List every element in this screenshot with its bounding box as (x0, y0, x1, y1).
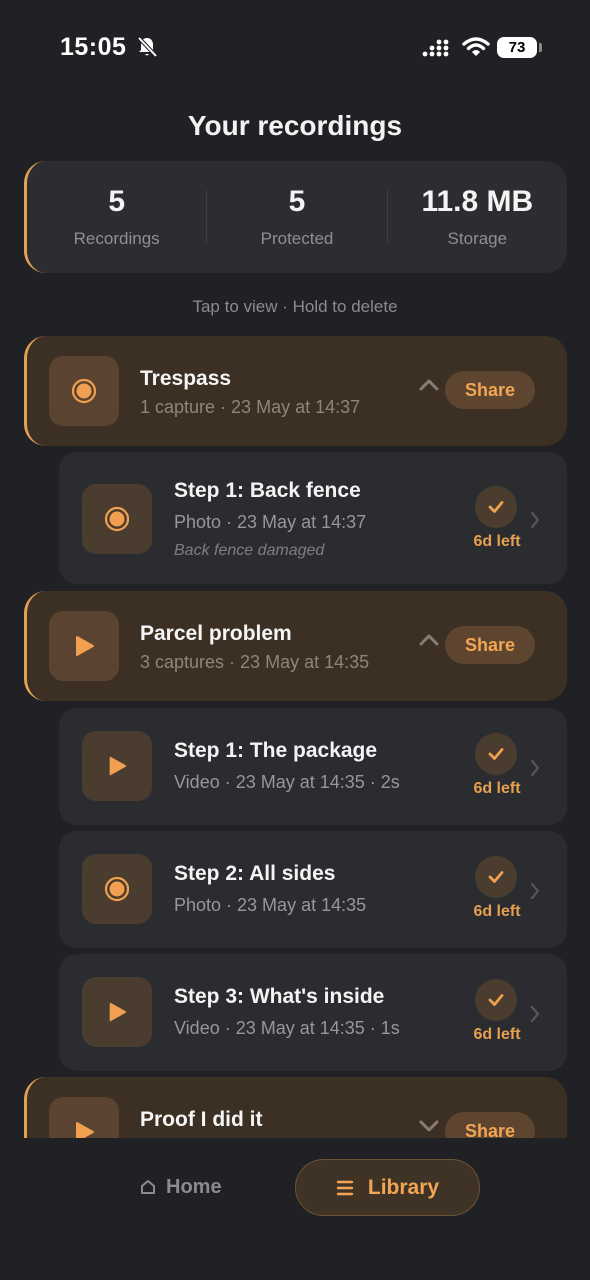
bell-muted-icon (137, 36, 158, 58)
list-item[interactable]: Step 3: What's inside Video · 23 May at … (59, 954, 567, 1071)
play-icon (82, 731, 152, 801)
item-subtitle: Video · 23 May at 14:35 · 2s (174, 772, 400, 792)
group-header-trespass[interactable]: Trespass 1 capture · 23 May at 14:37 Sha… (24, 336, 567, 446)
chevron-right-icon (530, 1005, 540, 1023)
chevron-right-icon (530, 511, 540, 529)
list-item[interactable]: Step 1: Back fence Photo · 23 May at 14:… (59, 452, 567, 584)
share-button[interactable]: Share (445, 371, 535, 409)
record-icon (49, 356, 119, 426)
stat-label: Recordings (73, 229, 160, 248)
item-subtitle: Photo · 23 May at 14:35 (174, 895, 367, 915)
check-icon (475, 856, 517, 898)
nav-home-label: Home (166, 1175, 222, 1198)
stat-storage: 11.8 MB Storage (388, 185, 567, 249)
list-item[interactable]: Step 2: All sides Photo · 23 May at 14:3… (59, 831, 567, 948)
record-icon (82, 484, 152, 554)
group-header-parcel-problem[interactable]: Parcel problem 3 captures · 23 May at 14… (24, 591, 567, 701)
share-button[interactable]: Share (445, 1112, 535, 1138)
stat-value: 11.8 MB (421, 185, 534, 218)
nav-library-label: Library (367, 1175, 440, 1199)
item-note: Back fence damaged (174, 542, 325, 559)
group-header-proof-i-did-it[interactable]: Proof I did it Share (24, 1077, 567, 1138)
item-subtitle: Video · 23 May at 14:35 · 1s (174, 1018, 400, 1038)
record-icon (82, 854, 152, 924)
bottom-nav-background (0, 1138, 590, 1280)
nav-home-button[interactable]: Home (140, 1167, 222, 1207)
hint-text: Tap to view · Hold to delete (192, 297, 398, 316)
item-title: Step 1: Back fence (174, 479, 361, 502)
check-icon (475, 486, 517, 528)
chevron-right-icon (530, 882, 540, 900)
battery-cap (539, 43, 542, 52)
stat-recordings: 5 Recordings (27, 185, 206, 249)
home-icon (141, 1180, 155, 1194)
check-icon (475, 733, 517, 775)
share-button[interactable]: Share (445, 626, 535, 664)
chevron-up-icon[interactable] (417, 376, 441, 392)
group-title: Trespass (140, 367, 232, 390)
play-icon (49, 1097, 119, 1138)
group-subtitle: 3 captures · 23 May at 14:35 (140, 652, 370, 672)
check-icon (475, 979, 517, 1021)
nav-library-button[interactable]: Library (295, 1159, 480, 1216)
group-title: Parcel problem (140, 622, 292, 645)
days-left: 6d left (473, 903, 521, 920)
stat-label: Storage (447, 229, 508, 248)
status-time: 15:05 (60, 33, 127, 61)
menu-icon (336, 1180, 354, 1195)
stat-value: 5 (108, 185, 125, 218)
play-icon (49, 611, 119, 681)
stat-label: Protected (260, 229, 334, 248)
battery-icon: 73 (497, 37, 537, 58)
list-item[interactable]: Step 1: The package Video · 23 May at 14… (59, 708, 567, 825)
stats-card: 5 Recordings 5 Protected 11.8 MB Storage (24, 161, 567, 273)
stat-value: 5 (288, 185, 306, 218)
days-left: 6d left (473, 1026, 521, 1043)
item-title: Step 3: What's inside (174, 985, 385, 1008)
wifi-icon (462, 37, 490, 56)
stat-protected: 5 Protected (207, 185, 386, 249)
chevron-right-icon (530, 759, 540, 777)
group-title: Proof I did it (140, 1108, 263, 1131)
chevron-up-icon[interactable] (417, 631, 441, 647)
item-subtitle: Photo · 23 May at 14:37 (174, 512, 367, 532)
play-icon (82, 977, 152, 1047)
days-left: 6d left (473, 780, 521, 797)
page-title: Your recordings (187, 110, 403, 141)
status-bar: 15:05 73 (0, 0, 590, 96)
item-title: Step 1: The package (174, 739, 378, 762)
days-left: 6d left (473, 533, 521, 550)
item-title: Step 2: All sides (174, 862, 336, 885)
cellular-signal-icon (422, 39, 449, 57)
recordings-list[interactable]: Trespass 1 capture · 23 May at 14:37 Sha… (0, 336, 590, 1138)
chevron-down-icon[interactable] (417, 1117, 441, 1133)
group-subtitle: 1 capture · 23 May at 14:37 (140, 397, 361, 417)
